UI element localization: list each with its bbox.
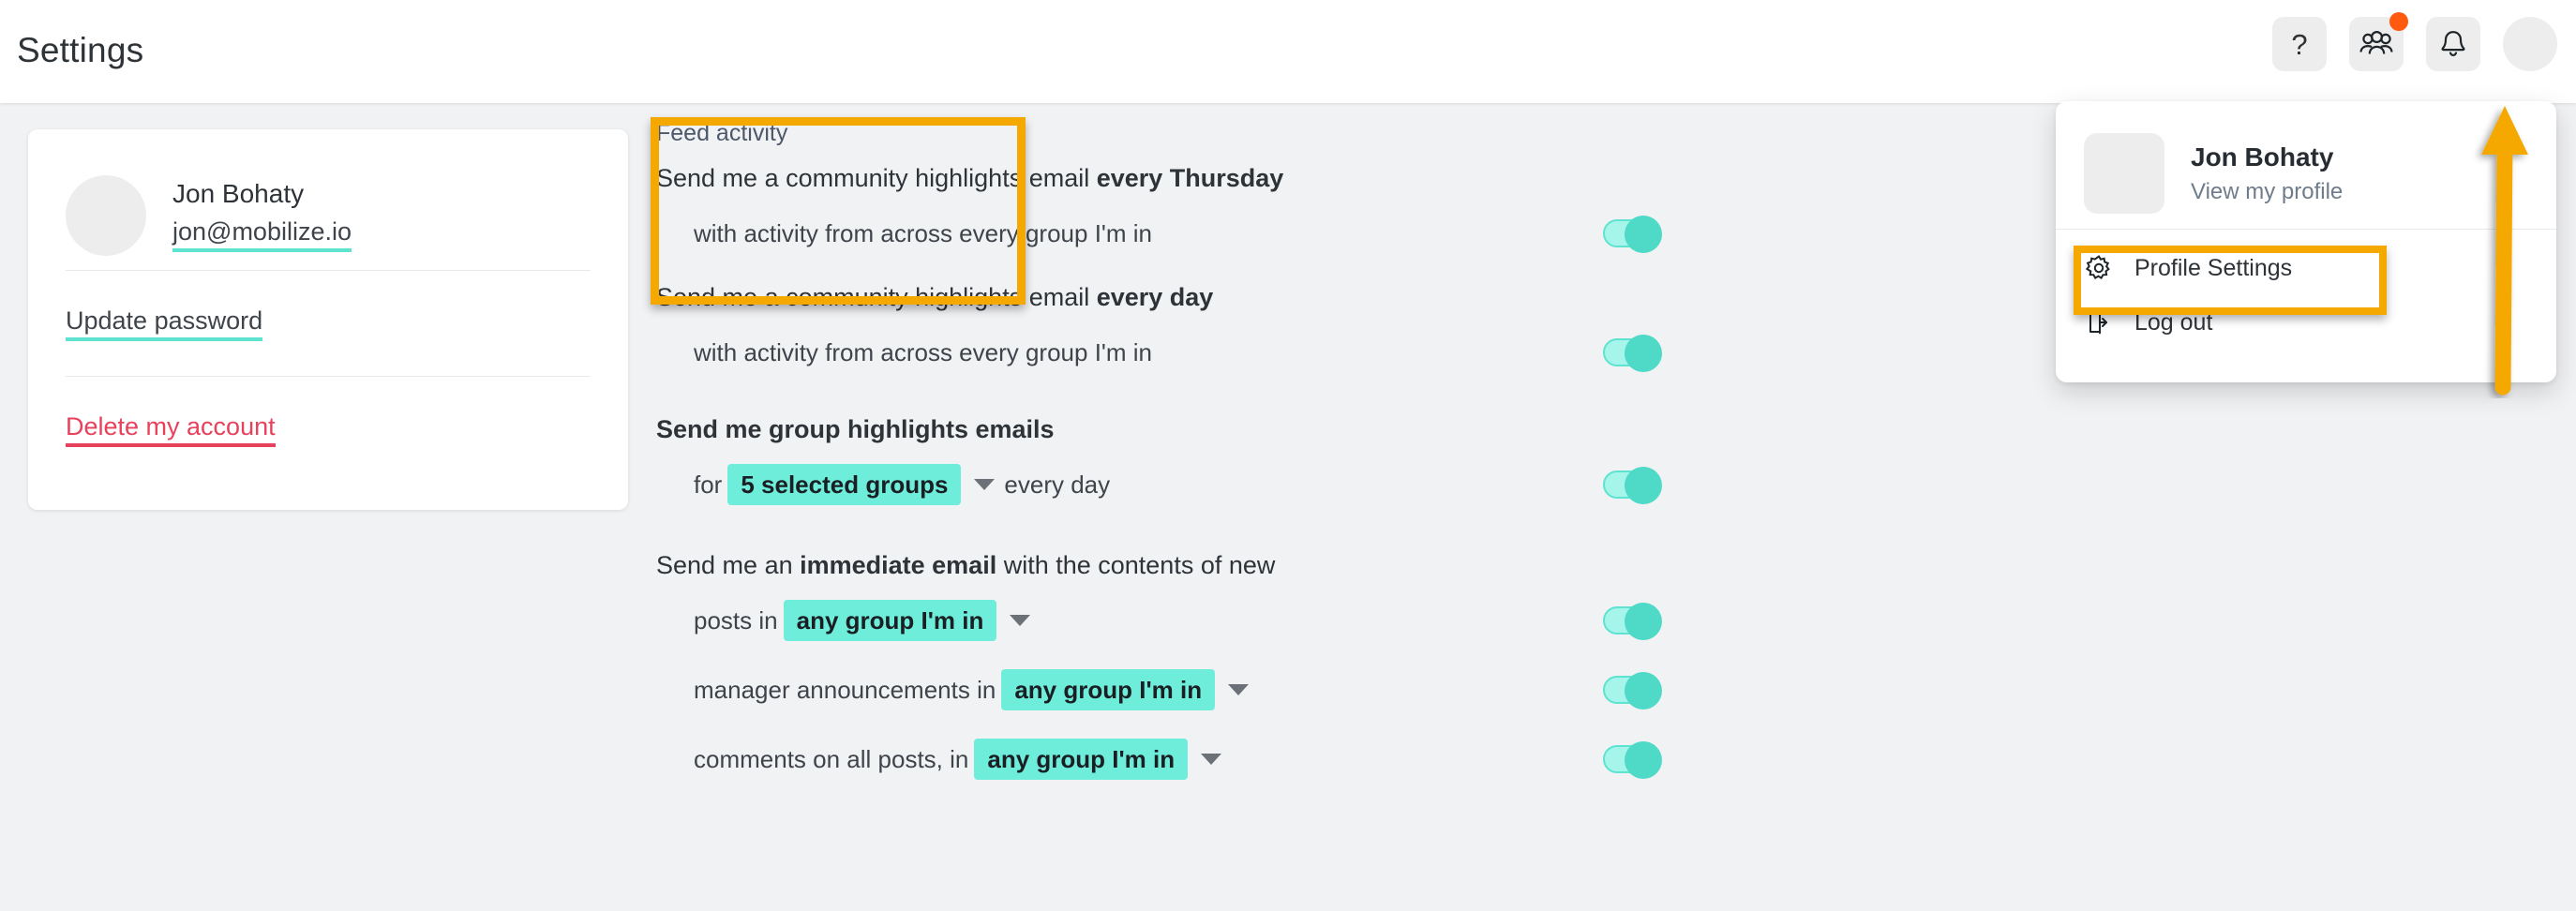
section-statement: Send me a community highlights email eve… [656, 164, 1809, 193]
unread-badge [2389, 12, 2408, 31]
chevron-down-icon[interactable] [1201, 754, 1222, 765]
statement-suffix: with the contents of new [996, 551, 1276, 579]
chevron-down-icon[interactable] [974, 479, 996, 490]
profile-card-header: Jon Bohaty jon@mobilize.io [28, 129, 628, 270]
section-immediate-email: Send me an immediate email with the cont… [656, 551, 1809, 794]
toggle-knob [1625, 467, 1662, 504]
update-password-link[interactable]: Update password [66, 306, 263, 341]
chevron-down-icon[interactable] [1010, 615, 1031, 626]
delete-account-row: Delete my account [28, 377, 628, 482]
setting-row: with activity from across every group I'… [656, 199, 1809, 268]
notifications-button[interactable] [2426, 17, 2480, 71]
profile-dropdown-menu: Jon Bohaty View my profile Profile Setti… [2056, 101, 2556, 382]
update-password-row: Update password [28, 271, 628, 376]
section-statement: Send me group highlights emails [656, 415, 1055, 443]
toggle-knob [1625, 603, 1662, 640]
row-prefix: comments on all posts, in [694, 744, 969, 773]
setting-toggle[interactable] [1603, 216, 1662, 253]
profile-card-email-link[interactable]: jon@mobilize.io [172, 217, 352, 252]
row-prefix: posts in [694, 605, 778, 635]
statement-strong: every day [1096, 283, 1214, 311]
row-prefix: manager announcements in [694, 675, 996, 704]
row-prefix: for [694, 470, 723, 499]
chevron-down-icon[interactable] [1228, 684, 1250, 695]
profile-menu-header: Jon Bohaty View my profile [2056, 101, 2556, 221]
menu-divider [2056, 229, 2556, 230]
setting-toggle[interactable] [1603, 467, 1662, 504]
top-bar: Settings ? [0, 0, 2576, 103]
account-avatar-button[interactable] [2503, 17, 2557, 71]
community-button[interactable] [2349, 12, 2408, 71]
profile-card-name: Jon Bohaty [172, 179, 305, 208]
profile-menu-name: Jon Bohaty [2191, 142, 2334, 172]
setting-row-label: with activity from across every group I'… [694, 337, 1152, 366]
profile-menu-avatar [2084, 133, 2164, 214]
gear-icon [2084, 253, 2114, 283]
logout-icon [2084, 307, 2114, 337]
toggle-knob [1625, 216, 1662, 253]
section-community-highlights-thursday: Send me a community highlights email eve… [656, 164, 1809, 268]
statement-strong: every Thursday [1096, 164, 1284, 192]
statement-prefix: Send me an [656, 551, 801, 579]
setting-toggle[interactable] [1603, 741, 1662, 779]
row-suffix: every day [1004, 470, 1111, 499]
group-selector-chip[interactable]: any group I'm in [974, 739, 1189, 780]
statement-prefix: Send me a community highlights email [656, 164, 1097, 192]
help-button[interactable]: ? [2272, 17, 2327, 71]
menu-item-log-out[interactable]: Log out [2056, 295, 2556, 350]
bell-icon [2439, 29, 2467, 59]
view-my-profile-link[interactable]: View my profile [2191, 179, 2343, 205]
feed-activity-label: Feed activity [656, 120, 788, 146]
setting-toggle[interactable] [1603, 603, 1662, 640]
notification-settings-column: Feed activity Send me a community highli… [656, 120, 1809, 794]
statement-strong: immediate email [800, 551, 997, 579]
setting-row: with activity from across every group I'… [656, 318, 1809, 387]
settings-page: Settings ? Jon Bohaty View my profile Pr… [0, 0, 2576, 911]
group-selector-chip[interactable]: any group I'm in [1001, 669, 1216, 710]
group-selector-chip[interactable]: any group I'm in [783, 600, 997, 641]
menu-item-profile-settings[interactable]: Profile Settings [2056, 241, 2556, 295]
profile-card-avatar [66, 175, 146, 256]
section-group-highlights: Send me group highlights emails for 5 se… [656, 415, 1809, 519]
section-statement: Send me a community highlights email eve… [656, 283, 1809, 312]
page-title: Settings [17, 31, 144, 69]
toggle-knob [1625, 741, 1662, 779]
delete-my-account-link[interactable]: Delete my account [66, 412, 276, 447]
toggle-knob [1625, 672, 1662, 709]
statement-prefix: Send me a community highlights email [656, 283, 1097, 311]
setting-toggle[interactable] [1603, 335, 1662, 372]
group-selector-chip[interactable]: 5 selected groups [727, 464, 962, 505]
top-bar-actions: ? [2272, 12, 2557, 71]
section-community-highlights-daily: Send me a community highlights email eve… [656, 283, 1809, 387]
section-statement: Send me an immediate email with the cont… [656, 551, 1809, 580]
setting-row: posts in any group I'm in [656, 586, 1809, 655]
menu-item-label: Log out [2134, 308, 2213, 336]
menu-item-label: Profile Settings [2134, 254, 2293, 281]
setting-row: for 5 selected groups every day [656, 450, 1809, 519]
setting-toggle[interactable] [1603, 672, 1662, 709]
profile-card: Jon Bohaty jon@mobilize.io Update passwo… [28, 129, 628, 510]
question-mark-icon: ? [2291, 27, 2308, 61]
setting-row: manager announcements in any group I'm i… [656, 655, 1809, 724]
setting-row-label: with activity from across every group I'… [694, 218, 1152, 247]
people-group-icon [2359, 31, 2393, 57]
setting-row: comments on all posts, in any group I'm … [656, 724, 1809, 794]
toggle-knob [1625, 335, 1662, 372]
